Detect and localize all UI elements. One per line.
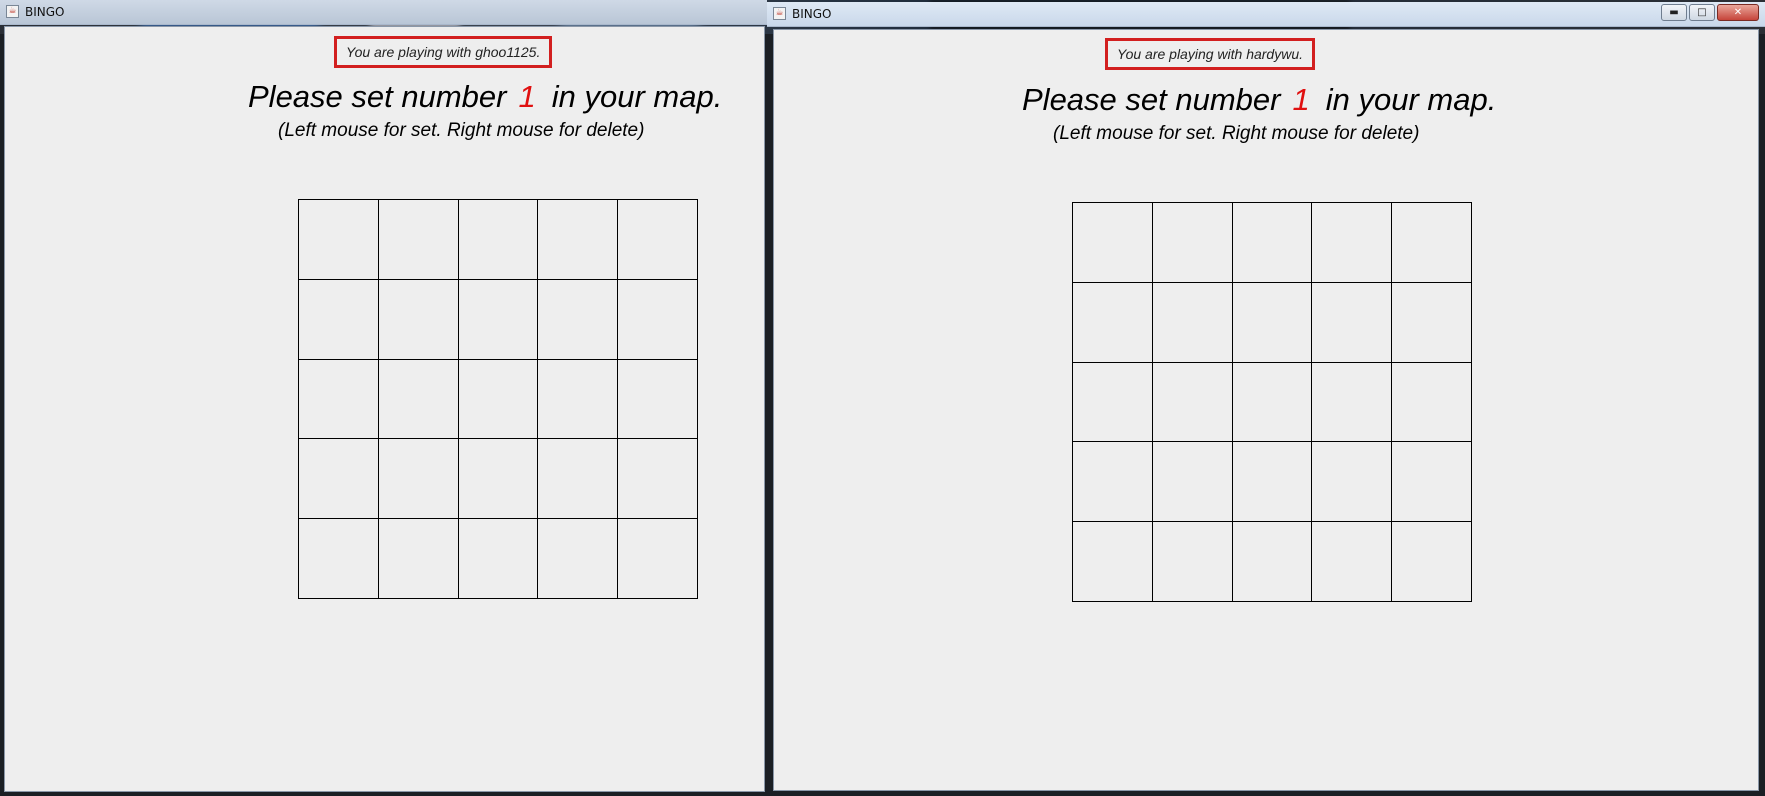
mouse-hint: (Left mouse for set. Right mouse for del…: [278, 120, 645, 141]
bingo-board: [298, 199, 698, 599]
board-cell[interactable]: [458, 519, 539, 599]
current-number: 1: [1292, 82, 1310, 117]
minimize-button[interactable]: ▬: [1661, 4, 1687, 21]
board-cell[interactable]: [1392, 362, 1472, 443]
board-cell[interactable]: [1152, 203, 1233, 283]
board-cell[interactable]: [1152, 362, 1233, 443]
board-cell[interactable]: [1312, 442, 1393, 523]
board-cell[interactable]: [618, 200, 698, 280]
board-cell[interactable]: [1232, 362, 1313, 443]
bingo-window-left: ☕ BINGO You are playing with ghoo1125. P…: [0, 0, 767, 796]
java-app-icon: ☕: [773, 7, 786, 20]
board-cell[interactable]: [1152, 522, 1233, 602]
board-cell[interactable]: [1312, 362, 1393, 443]
close-button[interactable]: ✕: [1717, 4, 1759, 21]
mouse-hint: (Left mouse for set. Right mouse for del…: [1053, 123, 1420, 144]
board-cell[interactable]: [458, 279, 539, 360]
board-cell[interactable]: [1392, 282, 1472, 363]
board-cell[interactable]: [538, 359, 619, 440]
board-cell[interactable]: [618, 279, 698, 360]
maximize-button[interactable]: □: [1689, 4, 1715, 21]
opponent-label: You are playing with ghoo1125.: [334, 36, 553, 68]
board-cell[interactable]: [378, 439, 459, 520]
board-cell[interactable]: [1152, 442, 1233, 523]
board-cell[interactable]: [618, 439, 698, 520]
window-title: BINGO: [792, 7, 832, 21]
board-cell[interactable]: [618, 519, 698, 599]
board-cell[interactable]: [1073, 282, 1153, 363]
board-cell[interactable]: [1312, 203, 1393, 283]
board-cell[interactable]: [1073, 203, 1153, 283]
board-cell[interactable]: [538, 519, 619, 599]
prompt-text-after: in your map.: [551, 79, 723, 114]
board-cell[interactable]: [1232, 282, 1313, 363]
board-cell[interactable]: [299, 200, 379, 280]
board-cell[interactable]: [299, 439, 379, 520]
prompt-text-before: Please set number: [1022, 82, 1281, 117]
board-cell[interactable]: [538, 439, 619, 520]
board-cell[interactable]: [378, 519, 459, 599]
board-cell[interactable]: [378, 359, 459, 440]
opponent-label: You are playing with hardywu.: [1105, 38, 1315, 70]
title-bar[interactable]: ☕ BINGO: [0, 0, 767, 25]
board-cell[interactable]: [618, 359, 698, 440]
board-cell[interactable]: [378, 200, 459, 280]
board-cell[interactable]: [538, 279, 619, 360]
game-panel: You are playing with hardywu. Please set…: [773, 29, 1759, 791]
java-app-icon: ☕: [6, 5, 19, 18]
board-cell[interactable]: [1073, 442, 1153, 523]
board-cell[interactable]: [299, 359, 379, 440]
set-number-prompt: Please set number 1 in your map.: [1022, 82, 1496, 118]
bingo-window-right: ☕ BINGO ▬ □ ✕ You are playing with hardy…: [767, 2, 1765, 796]
board-cell[interactable]: [299, 519, 379, 599]
bingo-board: [1072, 202, 1472, 602]
board-cell[interactable]: [1392, 442, 1472, 523]
board-cell[interactable]: [1312, 282, 1393, 363]
board-cell[interactable]: [1073, 522, 1153, 602]
window-title: BINGO: [25, 5, 65, 19]
set-number-prompt: Please set number 1 in your map.: [248, 79, 722, 115]
board-cell[interactable]: [1232, 522, 1313, 602]
game-panel: You are playing with ghoo1125. Please se…: [4, 26, 765, 792]
board-cell[interactable]: [378, 279, 459, 360]
window-controls: ▬ □ ✕: [1661, 4, 1759, 21]
prompt-text-before: Please set number: [248, 79, 507, 114]
board-cell[interactable]: [1232, 442, 1313, 523]
board-cell[interactable]: [538, 200, 619, 280]
board-cell[interactable]: [1392, 522, 1472, 602]
board-cell[interactable]: [1392, 203, 1472, 283]
board-cell[interactable]: [299, 279, 379, 360]
board-cell[interactable]: [1152, 282, 1233, 363]
board-cell[interactable]: [1073, 362, 1153, 443]
title-bar[interactable]: ☕ BINGO ▬ □ ✕: [767, 2, 1765, 27]
board-cell[interactable]: [458, 359, 539, 440]
board-cell[interactable]: [1312, 522, 1393, 602]
board-cell[interactable]: [1232, 203, 1313, 283]
board-cell[interactable]: [458, 439, 539, 520]
current-number: 1: [518, 79, 536, 114]
board-cell[interactable]: [458, 200, 539, 280]
prompt-text-after: in your map.: [1325, 82, 1497, 117]
